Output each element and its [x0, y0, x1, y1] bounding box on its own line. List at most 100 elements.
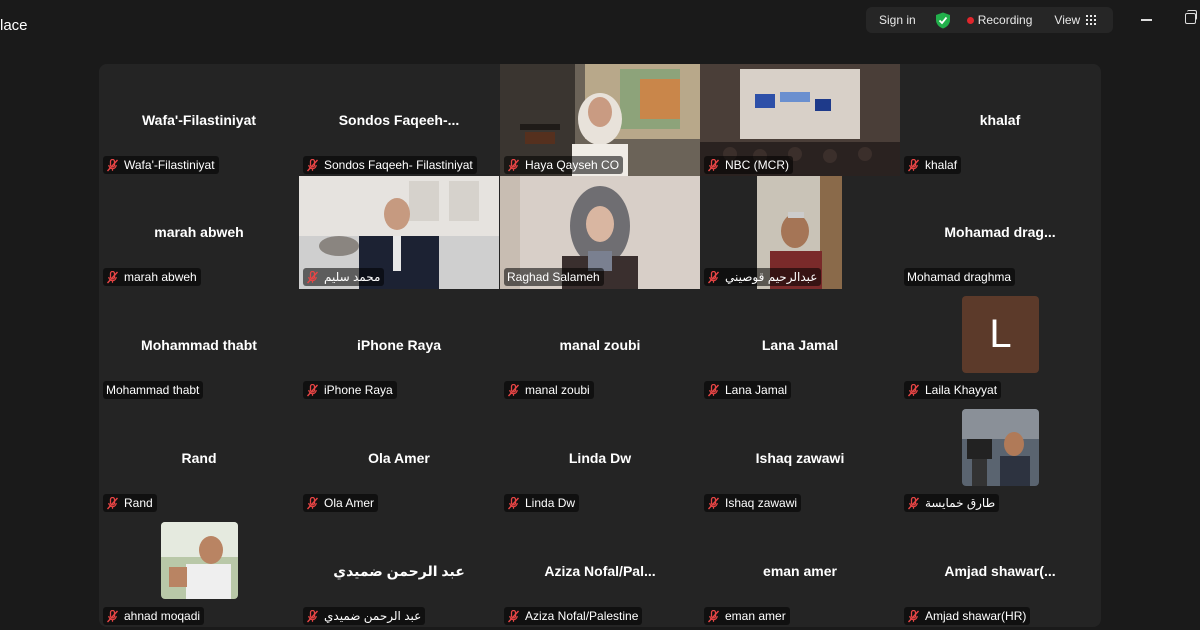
participant-name-label: marah abweh [103, 268, 201, 286]
participant-name: Raghad Salameh [507, 270, 600, 284]
muted-mic-icon [507, 609, 520, 623]
muted-mic-icon [907, 158, 920, 172]
participant-name-label: eman amer [704, 607, 790, 625]
participant-name: Mohamad draghma [907, 270, 1012, 284]
participant-name: iPhone Raya [324, 383, 393, 397]
participant-tile[interactable]: ahnad moqadi [99, 515, 299, 627]
participant-display-name: marah abweh [154, 224, 244, 240]
participant-name-label: محمد سليم [303, 268, 385, 286]
participant-name-label: طارق خمايسة [904, 494, 1000, 512]
minimize-window-icon[interactable] [1141, 19, 1152, 21]
participant-display-name: Linda Dw [568, 450, 632, 466]
participant-name-label: Wafa'-Filastiniyat [103, 156, 219, 174]
participant-tile[interactable]: Mohammad thabt Mohammad thabt [99, 289, 299, 402]
muted-mic-icon [106, 496, 119, 510]
participant-name-label: Ola Amer [303, 494, 379, 512]
participant-name-label: iPhone Raya [303, 381, 397, 399]
muted-mic-icon [306, 496, 319, 510]
muted-mic-icon [306, 158, 319, 172]
participant-name-label: عبد الرحمن ضميدي [303, 607, 426, 625]
participant-name-label: Sondos Faqeeh- Filastiniyat [303, 156, 477, 174]
sign-in-button[interactable]: Sign in [879, 13, 916, 27]
participant-name: محمد سليم [324, 270, 381, 284]
muted-mic-icon [106, 270, 119, 284]
participant-name: Wafa'-Filastiniyat [124, 158, 215, 172]
participant-name: Ishaq zawawi [725, 496, 798, 510]
participant-name: Linda Dw [525, 496, 576, 510]
participant-display-name: Mohamad drag... [944, 224, 1056, 240]
participant-name-label: Lana Jamal [704, 381, 792, 399]
muted-mic-icon [707, 609, 720, 623]
participant-tile[interactable]: khalaf khalaf [900, 64, 1100, 177]
participant-name: Lana Jamal [725, 383, 788, 397]
participant-display-name: Ishaq zawawi [755, 450, 845, 466]
muted-mic-icon [106, 609, 119, 623]
participant-display-name: khalaf [979, 112, 1021, 128]
participant-tile[interactable]: Amjad shawar(... Amjad shawar(HR) [900, 515, 1100, 627]
shield-check-icon[interactable] [935, 12, 951, 29]
participant-display-name: eman amer [763, 563, 837, 579]
participant-tile[interactable]: Ishaq zawawi Ishaq zawawi [700, 402, 900, 515]
participant-name: NBC (MCR) [725, 158, 789, 172]
view-button[interactable]: View [1054, 13, 1080, 27]
recording-dot-icon [966, 16, 974, 24]
participant-tile[interactable]: طارق خمايسة [900, 402, 1100, 515]
participant-name: eman amer [725, 609, 786, 623]
participant-tile[interactable]: marah abweh marah abweh [99, 176, 299, 289]
participant-tile[interactable]: محمد سليم [299, 176, 499, 289]
participant-display-name: Amjad shawar(... [944, 563, 1056, 579]
participant-name-label: Aziza Nofal/Palestine [504, 607, 643, 625]
participant-name-label: Haya Qayseh CO [504, 156, 624, 174]
participant-tile[interactable]: Linda Dw Linda Dw [500, 402, 700, 515]
participant-tile[interactable]: Mohamad drag... Mohamad draghma [900, 176, 1100, 289]
participant-tile[interactable]: Lana Jamal Lana Jamal [700, 289, 900, 402]
participant-display-name: Ola Amer [368, 450, 430, 466]
participant-display-name: Rand [181, 450, 217, 466]
muted-mic-icon [507, 383, 520, 397]
participant-name-label: Linda Dw [504, 494, 580, 512]
recording-indicator[interactable]: Recording [978, 13, 1033, 27]
participant-name: Amjad shawar(HR) [925, 609, 1027, 623]
participant-tile[interactable]: عبدالرحيم قوصيني [700, 176, 900, 289]
participant-display-name: Wafa'-Filastiniyat [141, 112, 257, 128]
participant-name: Rand [124, 496, 153, 510]
participant-name: عبدالرحيم قوصيني [725, 270, 818, 284]
participant-tile[interactable]: Rand Rand [99, 402, 299, 515]
participant-name-label: ahnad moqadi [103, 607, 205, 625]
app-title: lace [0, 17, 28, 34]
participant-tile[interactable]: eman amer eman amer [700, 515, 900, 627]
muted-mic-icon [306, 383, 319, 397]
participant-name-label: Ishaq zawawi [704, 494, 802, 512]
participant-tile[interactable]: L Laila Khayyat [900, 289, 1100, 402]
muted-mic-icon [507, 158, 520, 172]
participant-display-name: Lana Jamal [761, 337, 839, 353]
participant-name: Mohammad thabt [106, 383, 200, 397]
muted-mic-icon [907, 609, 920, 623]
participant-name-label: Amjad shawar(HR) [904, 607, 1031, 625]
participant-display-name: عبد الرحمن ضميدي [333, 563, 465, 579]
grid-view-icon[interactable] [1086, 15, 1097, 25]
participant-name-label: Rand [103, 494, 157, 512]
participant-tile[interactable]: Aziza Nofal/Pal... Aziza Nofal/Palestine [500, 515, 700, 627]
participant-name: Aziza Nofal/Palestine [525, 609, 639, 623]
participant-name-label: manal zoubi [504, 381, 594, 399]
muted-mic-icon [707, 496, 720, 510]
participant-tile[interactable]: Sondos Faqeeh-... Sondos Faqeeh- Filastin… [299, 64, 499, 177]
participant-tile[interactable]: manal zoubi manal zoubi [500, 289, 700, 402]
muted-mic-icon [707, 158, 720, 172]
participant-tile[interactable]: عبد الرحمن ضميدي عبد الرحمن ضميدي [299, 515, 499, 627]
participant-tile[interactable]: Raghad Salameh [500, 176, 700, 289]
participant-name-label: عبدالرحيم قوصيني [704, 268, 822, 286]
participant-tile[interactable]: NBC (MCR) [700, 64, 900, 177]
muted-mic-icon [106, 158, 119, 172]
restore-window-icon[interactable] [1185, 10, 1197, 24]
participant-tile[interactable]: iPhone Raya iPhone Raya [299, 289, 499, 402]
muted-mic-icon [306, 609, 319, 623]
participant-tile[interactable]: Ola Amer Ola Amer [299, 402, 499, 515]
participant-name: khalaf [925, 158, 958, 172]
participant-tile[interactable]: Haya Qayseh CO [500, 64, 700, 177]
muted-mic-icon [507, 496, 520, 510]
muted-mic-icon [707, 270, 720, 284]
avatar: L [962, 296, 1039, 373]
participant-tile[interactable]: Wafa'-Filastiniyat Wafa'-Filastiniyat [99, 64, 299, 177]
